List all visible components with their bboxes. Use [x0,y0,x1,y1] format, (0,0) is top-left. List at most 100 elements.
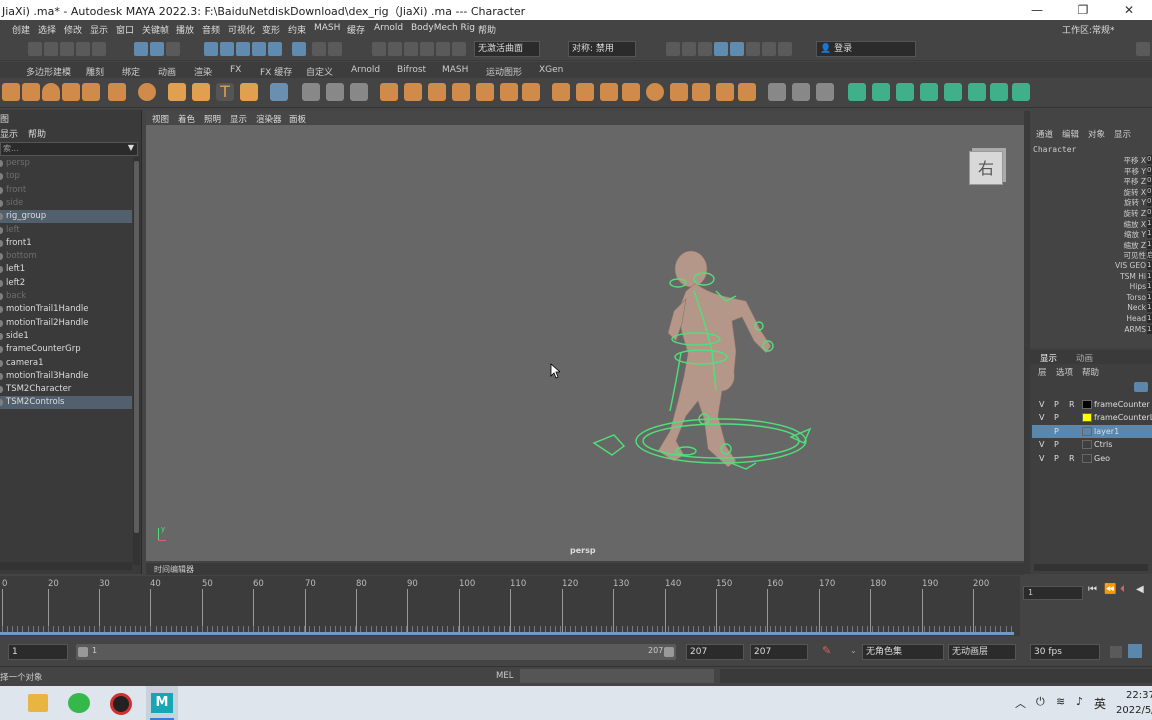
viewport-panel[interactable]: 视图 着色 照明 显示 渲染器 面板 右 y persp [146,111,1024,561]
menu-create[interactable]: 创建 [12,23,30,36]
time-editor-tab[interactable]: 时间编辑器 [154,564,194,575]
layer-menu-layers[interactable]: 层 [1038,366,1047,378]
character-set-dropdown[interactable]: 无角色集 [862,644,944,660]
channel-name[interactable]: 平移 Y [1124,166,1146,177]
render-seq-icon[interactable] [666,42,680,56]
channel-value[interactable]: 1 [1147,303,1152,313]
channel-value[interactable]: 1 [1147,218,1152,228]
layer-reference-toggle[interactable]: R [1069,398,1075,411]
current-frame-field[interactable]: 1 [1023,586,1083,600]
triangulate-icon[interactable] [716,83,734,101]
render-icon[interactable] [372,42,386,56]
usb-icon[interactable]: ⏻ [1036,695,1045,709]
anim-layer-dropdown[interactable]: 无动画层 [948,644,1016,660]
checker-icon[interactable] [968,83,986,101]
layer-row[interactable]: V P RframeCounter [1032,398,1152,411]
command-input[interactable] [520,669,714,683]
range-end-handle[interactable] [664,647,674,657]
poke-icon[interactable] [646,83,664,101]
wechat-icon[interactable] [68,693,90,713]
live-surface-field[interactable]: 无激活曲面 [474,41,540,57]
outliner-item[interactable]: bottom [0,250,132,263]
layer-playback-toggle[interactable]: P [1054,398,1059,411]
clock-date[interactable]: 2022/5/ [1116,705,1152,716]
layer-color-swatch[interactable] [1082,400,1092,409]
extrude-icon[interactable] [428,83,446,101]
restore-button[interactable]: ❐ [1060,0,1106,20]
range-slider[interactable]: 1 207 [76,644,676,660]
channel-name[interactable]: 缩放 Y [1124,229,1146,240]
channel-value[interactable]: 启 [1147,250,1152,260]
vp-menu-view[interactable]: 视图 [152,113,169,125]
layer-reference-toggle[interactable]: R [1069,452,1075,465]
channel-name[interactable]: VIS GEO [1115,261,1146,270]
loop-icon[interactable] [1110,646,1122,658]
channel-name[interactable]: ARMS [1124,325,1146,334]
layer-visible-toggle[interactable]: V [1039,398,1044,411]
sweep-icon[interactable] [192,83,210,101]
open-scene-icon[interactable] [44,42,58,56]
outliner-item[interactable]: left2 [0,277,132,290]
ime-indicator[interactable]: 英 [1094,695,1106,712]
outliner-item[interactable]: side [0,197,132,210]
maya-taskbar-button[interactable]: M [146,686,178,720]
outliner-item[interactable]: back [0,290,132,303]
bevel-icon[interactable] [476,83,494,101]
layer-color-swatch[interactable] [1082,453,1092,463]
shelf-tab-xgen[interactable]: XGen [539,65,563,75]
layer-menu-help[interactable]: 帮助 [1082,366,1099,378]
append-icon[interactable] [500,83,518,101]
shelf-tab-poly[interactable]: 多边形建模 [26,65,71,78]
outliner-menu-display[interactable]: 显示 [0,127,18,140]
cb-tab-object[interactable]: 对象 [1088,128,1105,140]
anim-end-field[interactable]: 207 [750,644,808,660]
cb-tab-channels[interactable]: 通道 [1036,128,1053,140]
menu-window[interactable]: 窗口 [116,23,134,36]
multi-cut-icon[interactable] [552,83,570,101]
close-button[interactable]: ✕ [1106,0,1152,20]
layer-color-swatch[interactable] [1082,426,1092,436]
shelf-tab-fx-cache[interactable]: FX 缓存 [260,65,292,78]
vp-menu-lighting[interactable]: 照明 [204,113,221,125]
outliner-item[interactable]: top [0,170,132,183]
layer-row[interactable]: V P Ctrls [1032,438,1152,451]
outliner-item[interactable]: TSM2Character [0,383,132,396]
redo-icon[interactable] [92,42,106,56]
channel-name[interactable]: 旋转 Z [1123,208,1146,219]
channel-value[interactable]: 1 [1147,271,1152,281]
snap-uv-icon[interactable] [990,83,1008,101]
menu-arnold[interactable]: Arnold [374,23,403,33]
time-slider[interactable]: 0 20 30 40 50 60 70 80 90 100 110 120 130 140 150 160 17… [0,576,1020,636]
outliner-item[interactable]: frameCounterGrp [0,343,132,356]
step-back-key-icon[interactable]: ⏪ [1104,584,1116,595]
grid-icon[interactable] [270,83,288,101]
play-back-icon[interactable]: ◀ [1136,584,1144,595]
mirror-icon[interactable] [404,83,422,101]
layer-tab-anim[interactable]: 动画 [1076,352,1093,364]
shelf-tab-custom[interactable]: 自定义 [306,65,333,78]
ipr-refresh-icon[interactable] [746,42,760,56]
menu-playback[interactable]: 播放 [176,23,194,36]
layer-visible-toggle[interactable]: V [1039,452,1044,465]
fps-dropdown[interactable]: 30 fps [1030,644,1100,660]
plane-icon[interactable] [82,83,100,101]
range-start-handle[interactable] [78,647,88,657]
menu-constrain[interactable]: 约束 [288,23,306,36]
menu-mash[interactable]: MASH [314,23,340,33]
super-shape-icon[interactable] [138,83,156,101]
shelf-tab-sculpt[interactable]: 雕刻 [86,65,104,78]
script-language[interactable]: MEL [496,671,513,681]
torus-icon[interactable] [108,83,126,101]
menu-deform[interactable]: 变形 [262,23,280,36]
symmetry-dropdown[interactable]: 对称: 禁用 [568,41,636,57]
quadrangulate-icon[interactable] [738,83,756,101]
channel-name[interactable]: 缩放 Z [1123,240,1146,251]
render-batch-icon[interactable] [682,42,696,56]
arnold-render-icon[interactable] [730,42,744,56]
make-live-icon[interactable] [328,42,342,56]
cb-tab-edit[interactable]: 编辑 [1062,128,1079,140]
vp-menu-shading[interactable]: 着色 [178,113,195,125]
layer-row[interactable]: V P R Geo [1032,452,1152,465]
lock-icon[interactable] [312,42,326,56]
planar-map-icon[interactable] [792,83,810,101]
